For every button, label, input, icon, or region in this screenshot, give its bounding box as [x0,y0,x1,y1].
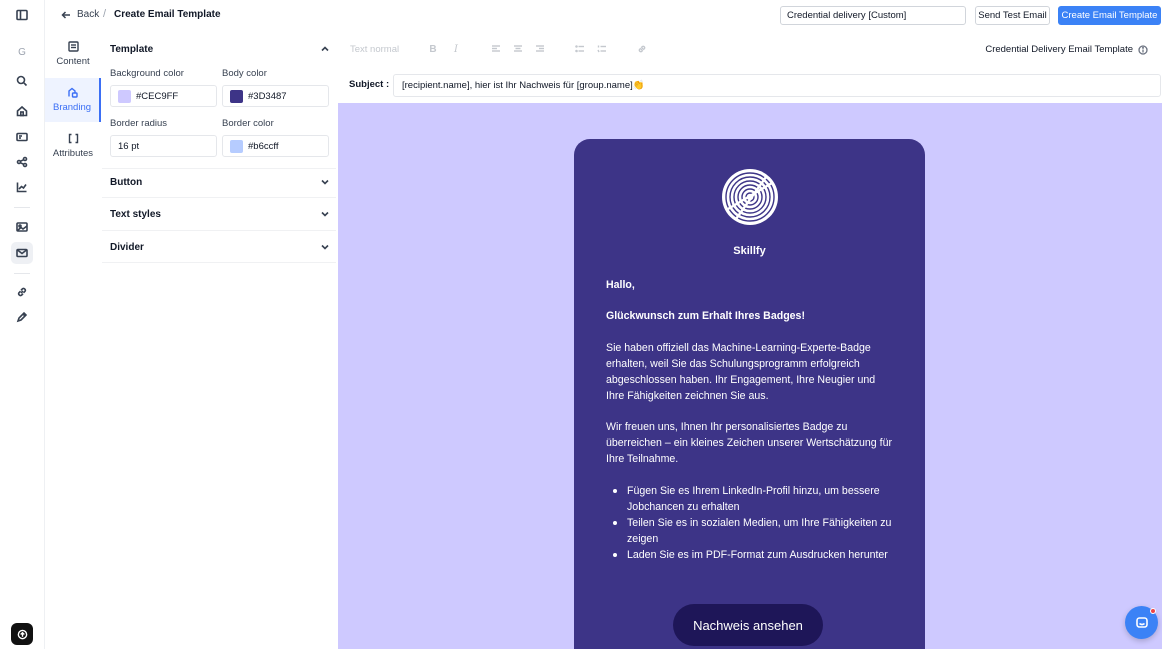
send-test-email-button[interactable]: Send Test Email [975,6,1050,25]
brand-name: Skillfy [733,245,766,257]
tab-content-label: Content [56,56,90,67]
back-button[interactable]: Back [61,9,99,20]
list-item: Laden Sie es im PDF-Format zum Ausdrucke… [606,547,896,563]
link-icon[interactable] [636,43,648,55]
layout-icon [67,41,79,52]
tab-branding-label: Branding [52,102,92,113]
email-body-card: Skillfy Hallo, Glückwunsch zum Erhalt Ih… [574,139,925,649]
app-rail: G [0,0,45,649]
body-color-label: Body color [222,68,267,79]
id-card-icon[interactable] [11,126,33,148]
tab-attributes-label: Attributes [52,148,94,159]
support-chat-button[interactable] [1125,606,1158,639]
upload-icon[interactable] [11,623,33,645]
section-template-title: Template [110,43,154,55]
background-color-swatch[interactable] [118,89,131,103]
chevron-up-icon [321,46,329,52]
mail-icon[interactable] [11,242,33,264]
align-right-icon[interactable] [534,43,546,55]
background-color-field[interactable]: #CEC9FF [110,85,217,107]
share-icon[interactable] [11,151,33,173]
email-canvas: Skillfy Hallo, Glückwunsch zum Erhalt Ih… [338,103,1162,649]
arrow-left-icon [61,10,70,19]
home-icon[interactable] [11,100,33,122]
body-color-value: #3D3487 [248,90,287,102]
tab-content[interactable]: Content [45,32,101,76]
section-text-styles-header[interactable]: Text styles [110,205,330,223]
section-button-header[interactable]: Button [110,173,330,191]
border-color-swatch[interactable] [230,139,243,153]
section-button-title: Button [110,176,143,188]
subject-input[interactable]: [recipient.name], hier ist Ihr Nachweis … [393,74,1161,97]
breadcrumb-separator: / [103,8,107,20]
border-color-label: Border color [222,118,274,129]
notification-dot [1150,608,1156,614]
section-divider-header[interactable]: Divider [110,238,330,256]
section-template-header[interactable]: Template [110,40,330,58]
italic-icon[interactable]: I [450,43,462,55]
view-credential-button[interactable]: Nachweis ansehen [673,604,823,646]
editor-toolbar: Text normal B I Credential Delivery Emai… [338,38,1162,62]
link-icon[interactable] [11,281,33,303]
page-title: Create Email Template [114,9,221,20]
border-radius-field[interactable]: 16 pt [110,135,217,157]
border-color-field[interactable]: #b6ccff [222,135,329,157]
align-center-icon[interactable] [512,43,524,55]
brand-logo [722,169,778,225]
g-letter-icon[interactable]: G [11,41,33,63]
border-radius-label: Border radius [110,118,168,129]
list-item: Fügen Sie es Ihrem LinkedIn-Profil hinzu… [606,483,896,515]
top-bar: Back / Create Email Template Credential … [45,0,1162,30]
numbered-list-icon[interactable] [596,43,608,55]
background-color-label: Background color [110,68,184,79]
email-headline: Glückwunsch zum Erhalt Ihres Badges! [606,310,805,322]
branding-panel: Template Background color #CEC9FF Body c… [102,32,336,649]
background-color-value: #CEC9FF [136,90,179,102]
email-paragraph-2: Wir freuen uns, Ihnen Ihr personalisiert… [606,421,892,465]
section-divider-title: Divider [110,241,144,253]
chevron-down-icon [321,211,329,217]
create-email-template-button[interactable]: Create Email Template [1058,6,1161,25]
body-color-swatch[interactable] [230,89,243,103]
template-name: Credential Delivery Email Template [985,44,1148,55]
bullet-list-icon[interactable] [574,43,586,55]
template-select[interactable]: Credential delivery [Custom] [780,6,966,25]
subject-label: Subject : [349,79,390,90]
template-name-label: Credential Delivery Email Template [985,44,1133,55]
sidebar-toggle-icon[interactable] [11,4,33,26]
border-color-value: #b6ccff [248,140,279,152]
pen-tool-icon[interactable] [11,306,33,328]
email-bullet-list: Fügen Sie es Ihrem LinkedIn-Profil hinzu… [606,483,896,563]
list-item: Teilen Sie es in sozialen Medien, um Ihr… [606,515,896,547]
chevron-down-icon [321,179,329,185]
section-text-styles-title: Text styles [110,208,161,220]
back-label: Back [77,9,100,20]
chevron-down-icon [321,244,329,250]
chart-line-icon[interactable] [11,176,33,198]
chat-icon [1135,616,1148,628]
border-radius-value: 16 pt [118,140,140,152]
bold-icon[interactable]: B [427,43,439,55]
tab-attributes[interactable]: Attributes [45,124,101,168]
image-icon[interactable] [11,216,33,238]
text-style-select[interactable]: Text normal [350,44,399,55]
palette-icon [67,87,78,98]
tab-branding[interactable]: Branding [45,78,101,122]
email-greeting: Hallo, [606,279,635,291]
email-paragraph-1: Sie haben offiziell das Machine-Learning… [606,342,876,402]
info-icon[interactable] [1138,44,1148,55]
brackets-icon [68,133,78,144]
body-color-field[interactable]: #3D3487 [222,85,329,107]
search-icon[interactable] [11,70,33,92]
align-left-icon[interactable] [490,43,502,55]
